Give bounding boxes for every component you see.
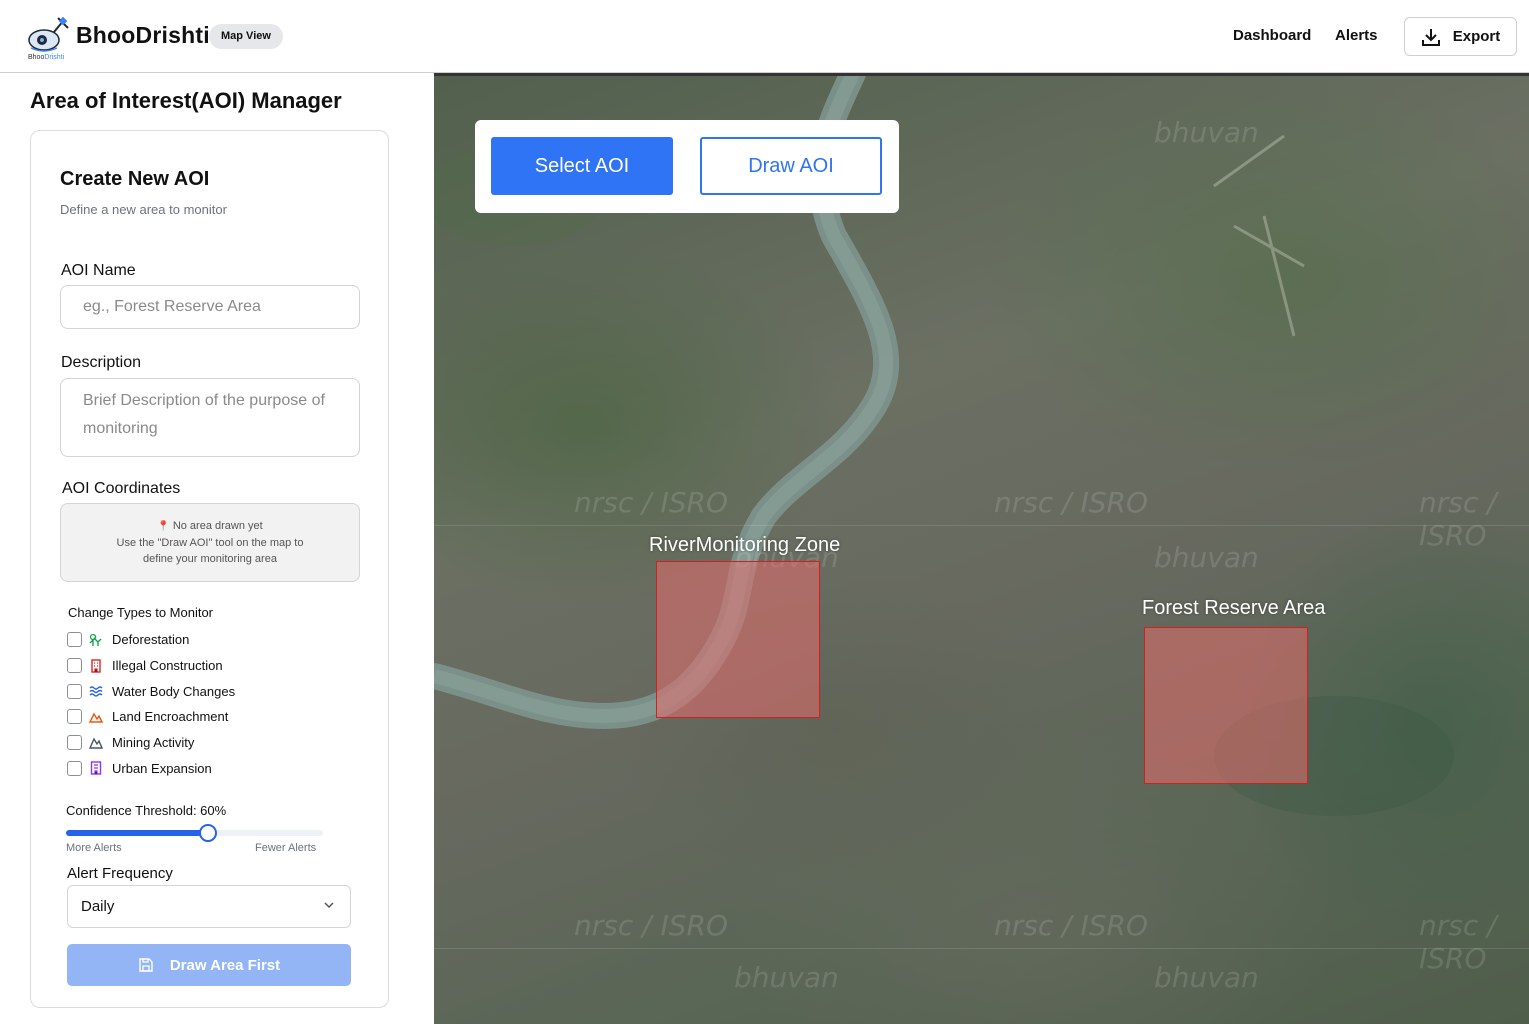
alert-frequency-label: Alert Frequency <box>67 865 173 882</box>
change-types-list: Deforestation Illegal Construction Water… <box>67 627 235 781</box>
change-type-land-encroachment[interactable]: Land Encroachment <box>67 704 235 730</box>
checkbox[interactable] <box>67 760 82 776</box>
change-type-label: Land Encroachment <box>112 709 229 725</box>
checkbox[interactable] <box>67 735 82 751</box>
nav-alerts-link[interactable]: Alerts <box>1335 27 1378 44</box>
aoi-label-forest: Forest Reserve Area <box>1142 597 1326 619</box>
mountain-icon <box>89 710 103 724</box>
coords-empty-title: No area drawn yet <box>172 520 263 532</box>
coords-label: AOI Coordinates <box>62 480 181 497</box>
slider-max-label: Fewer Alerts <box>255 842 317 854</box>
slider-fill <box>66 830 208 836</box>
checkbox[interactable] <box>67 632 82 648</box>
card-subtitle: Define a new area to monitor <box>60 202 227 217</box>
tree-icon <box>89 633 103 647</box>
city-icon <box>89 761 103 775</box>
change-type-mining[interactable]: Mining Activity <box>67 730 235 756</box>
aoi-name-label: AOI Name <box>61 262 136 279</box>
change-type-label: Mining Activity <box>112 735 195 751</box>
aoi-name-input[interactable] <box>60 285 360 329</box>
description-label: Description <box>61 354 142 371</box>
chevron-down-icon <box>324 902 334 909</box>
map-watermark: bhuvan <box>1154 541 1259 574</box>
slider-thumb[interactable] <box>199 824 217 842</box>
draw-aoi-button[interactable]: Draw AOI <box>700 137 882 195</box>
selected-frequency: Daily <box>81 898 115 915</box>
map-watermark: nrsc / ISRO <box>574 909 728 942</box>
confidence-label: Confidence Threshold: 60% <box>66 803 227 818</box>
waves-icon <box>89 684 103 698</box>
logo-subtext: BhooDrishti <box>28 54 65 61</box>
map-watermark: nrsc / ISRO <box>994 909 1148 942</box>
create-aoi-card: Create New AOI Define a new area to moni… <box>30 130 389 1008</box>
change-type-label: Illegal Construction <box>112 658 223 674</box>
view-badge: Map View <box>209 24 283 49</box>
top-header: BhooDrishti BhooDrishti Map View Dashboa… <box>0 0 1529 73</box>
checkbox[interactable] <box>67 658 82 674</box>
submit-label: Draw Area First <box>169 956 281 974</box>
change-type-urban-expansion[interactable]: Urban Expansion <box>67 755 235 781</box>
river-overlay <box>434 76 1454 816</box>
change-type-label: Deforestation <box>112 632 190 648</box>
confidence-slider[interactable] <box>66 824 323 842</box>
map-watermark: nrsc / ISRO <box>574 486 728 519</box>
change-type-water-body[interactable]: Water Body Changes <box>67 678 235 704</box>
checkbox[interactable] <box>67 683 82 699</box>
aoi-label-river: RiverMonitoring Zone <box>649 534 841 556</box>
sidebar-title: Area of Interest(AOI) Manager <box>30 88 342 113</box>
draw-area-first-button[interactable]: Draw Area First <box>67 944 351 986</box>
coords-empty-line1: Use the "Draw AOI" tool on the map to <box>116 537 304 549</box>
alert-frequency-select[interactable]: Daily <box>67 885 351 928</box>
brand-name[interactable]: BhooDrishti <box>76 22 210 49</box>
map-watermark: bhuvan <box>1154 116 1259 149</box>
tile-divider <box>434 525 1529 526</box>
change-type-label: Water Body Changes <box>112 683 236 699</box>
export-button[interactable]: Export <box>1404 17 1517 56</box>
aoi-region-river[interactable] <box>656 561 820 718</box>
save-icon <box>139 958 153 972</box>
aoi-region-forest[interactable] <box>1144 627 1308 784</box>
map-watermark: nrsc / ISRO <box>1419 486 1497 552</box>
aoi-sidebar: Area of Interest(AOI) Manager Create New… <box>0 74 434 1024</box>
select-aoi-button[interactable]: Select AOI <box>491 137 673 195</box>
mountain-outline-icon <box>89 736 103 750</box>
building-icon <box>89 658 103 673</box>
satellite-map[interactable]: nrsc / ISRO nrsc / ISRO nrsc / ISRO nrsc… <box>434 73 1529 1024</box>
map-watermark: nrsc / ISRO <box>994 486 1148 519</box>
slider-min-label: More Alerts <box>66 842 122 854</box>
coords-empty-line2: define your monitoring area <box>143 553 277 565</box>
map-watermark: bhuvan <box>1154 961 1259 994</box>
change-type-label: Urban Expansion <box>112 760 212 776</box>
export-label: Export <box>1452 28 1501 45</box>
card-title: Create New AOI <box>60 168 210 190</box>
change-type-deforestation[interactable]: Deforestation <box>67 627 235 653</box>
checkbox[interactable] <box>67 709 82 725</box>
nav-dashboard-link[interactable]: Dashboard <box>1233 27 1311 44</box>
download-icon <box>1421 28 1440 46</box>
pin-icon: 📍 <box>157 521 170 532</box>
coords-empty-box: 📍 No area drawn yet Use the "Draw AOI" t… <box>60 503 360 582</box>
tile-divider <box>434 948 1529 949</box>
change-types-title: Change Types to Monitor <box>68 605 214 620</box>
map-toolbox: Select AOI Draw AOI <box>475 120 899 213</box>
description-textarea[interactable] <box>60 378 360 457</box>
map-watermark: nrsc / ISRO <box>1419 909 1497 975</box>
map-watermark: bhuvan <box>734 961 839 994</box>
change-type-illegal-construction[interactable]: Illegal Construction <box>67 653 235 679</box>
